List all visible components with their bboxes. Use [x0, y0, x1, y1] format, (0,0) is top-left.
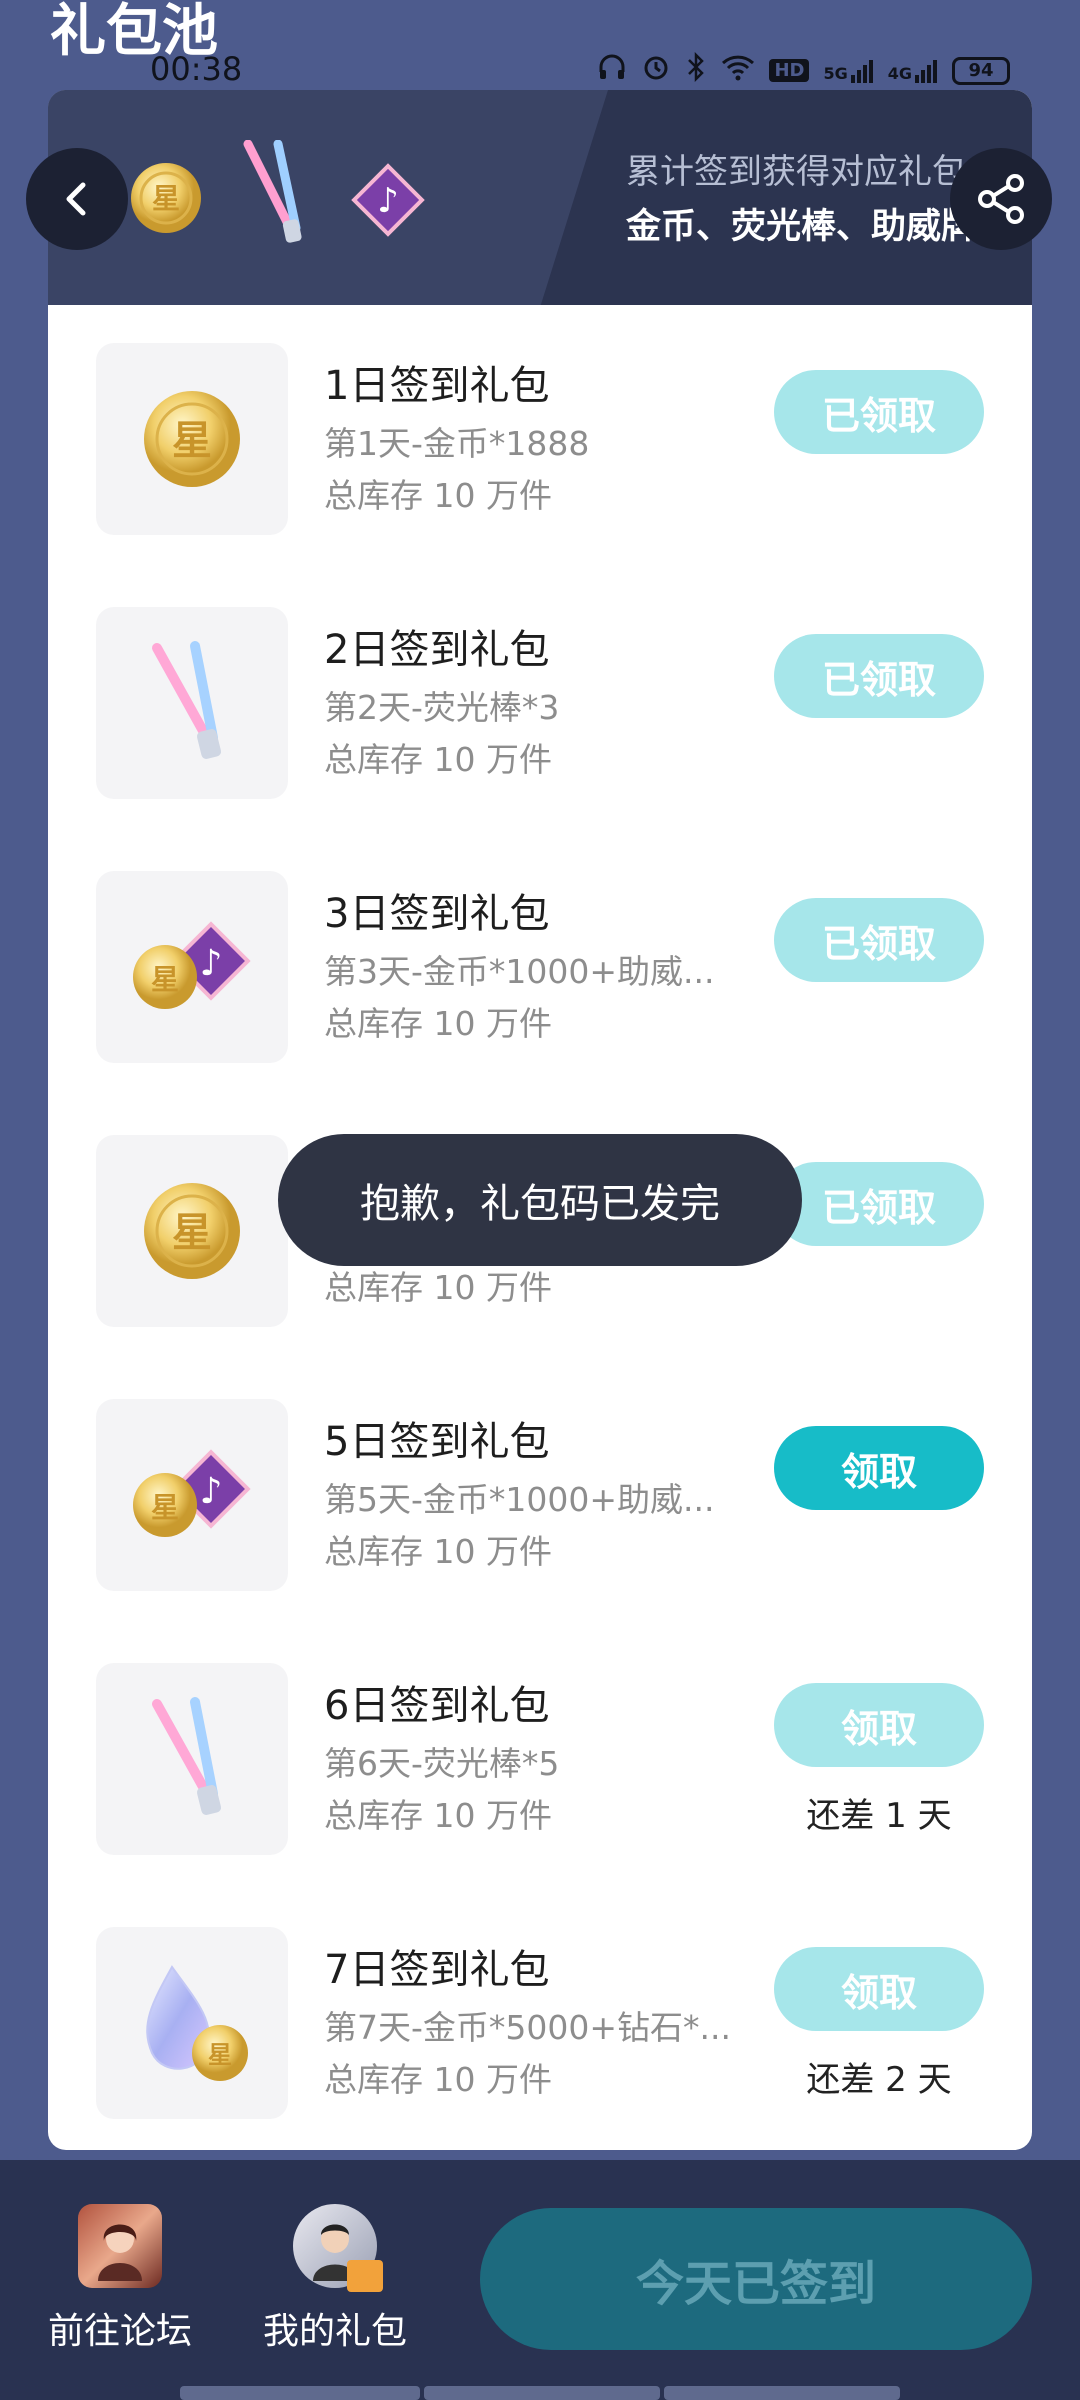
days-remaining: 还差 1 天 — [806, 1796, 952, 1836]
svg-text:星: 星 — [172, 418, 212, 464]
svg-text:星: 星 — [208, 2041, 232, 2069]
my-gifts-label: 我的礼包 — [262, 2311, 407, 2352]
gift-desc: 第3天-金币*1000+助威... — [324, 952, 715, 991]
claimed-button[interactable]: 已领取 — [774, 1162, 984, 1246]
back-button[interactable] — [26, 148, 128, 250]
gift-title: 3日签到礼包 — [324, 891, 550, 937]
gift-title: 5日签到礼包 — [324, 1419, 550, 1465]
gift-title: 6日签到礼包 — [324, 1683, 550, 1729]
gift-desc: 第5天-金币*1000+助威... — [324, 1480, 715, 1519]
svg-text:星: 星 — [151, 1491, 179, 1524]
list-item: ♪ 星 3日签到礼包 第3天-金币*1000+助威... 总库存 10 万件 已领… — [48, 833, 1032, 1097]
forum-nav-item[interactable]: 前往论坛 — [20, 2204, 220, 2354]
bluetooth-icon — [685, 51, 707, 89]
wifi-icon — [721, 53, 755, 88]
my-gifts-avatar — [293, 2204, 383, 2292]
chevron-left-icon — [66, 182, 86, 216]
headphones-icon — [597, 52, 627, 89]
svg-text:♪: ♪ — [377, 181, 399, 221]
cheer-badge-icon: ♪ — [348, 160, 428, 244]
gift-pool-card: 星 ♪ 累计签到获得对应礼包 金币、荧光棒、助威牌 星 1日签到礼包 第1天-金… — [48, 90, 1032, 2150]
signed-in-button[interactable]: 今天已签到 — [480, 2208, 1032, 2350]
signal-5g-icon: 5G — [823, 59, 873, 83]
forum-label: 前往论坛 — [47, 2311, 192, 2352]
status-time: 00:38 — [150, 50, 243, 88]
list-item: 星 1日签到礼包 第1天-金币*1888 总库存 10 万件 已领取 — [48, 305, 1032, 569]
toast-message: 抱歉，礼包码已发完 — [278, 1134, 802, 1266]
gift-stock: 总库存 10 万件 — [324, 2060, 552, 2099]
battery-icon: 94 — [952, 56, 1010, 85]
list-item: 6日签到礼包 第6天-荧光棒*5 总库存 10 万件 领取 还差 1 天 — [48, 1625, 1032, 1889]
forum-avatar — [78, 2204, 162, 2288]
claimed-button[interactable]: 已领取 — [774, 634, 984, 718]
coin-and-cheer-badge-icon: ♪ 星 — [96, 871, 288, 1063]
gift-stock: 总库存 10 万件 — [324, 1268, 552, 1307]
gift-stock: 总库存 10 万件 — [324, 476, 552, 515]
coin-and-cheer-badge-icon: ♪ 星 — [96, 1399, 288, 1591]
signal-4g-icon: 4G — [888, 59, 938, 83]
svg-text:♪: ♪ — [200, 1471, 223, 1512]
gold-coin-icon: 星 — [128, 160, 204, 240]
gift-stock: 总库存 10 万件 — [324, 1004, 552, 1043]
my-gifts-nav-item[interactable]: 我的礼包 — [235, 2204, 435, 2354]
glow-stick-icon — [238, 139, 328, 254]
nav-indicator — [664, 2386, 900, 2400]
hd-badge: HD — [769, 59, 810, 82]
gold-coin-icon: 星 — [96, 1135, 288, 1327]
glow-stick-icon — [96, 1663, 288, 1855]
gift-desc: 第6天-荧光棒*5 — [324, 1744, 560, 1783]
list-item: 星 7日签到礼包 第7天-金币*5000+钻石*... 总库存 10 万件 领取… — [48, 1889, 1032, 2150]
nav-indicator — [180, 2386, 420, 2400]
gift-title: 1日签到礼包 — [324, 363, 550, 409]
claimed-button[interactable]: 已领取 — [774, 898, 984, 982]
gift-title: 2日签到礼包 — [324, 627, 550, 673]
share-icon — [978, 174, 1024, 224]
gift-stock: 总库存 10 万件 — [324, 1532, 552, 1571]
gift-box-icon — [347, 2260, 383, 2292]
glow-stick-icon — [96, 607, 288, 799]
gift-title: 7日签到礼包 — [324, 1947, 550, 1993]
gift-desc: 第7天-金币*5000+钻石*... — [324, 2008, 732, 2047]
bottom-bar: 前往论坛 我的礼包 今天已签到 — [0, 2160, 1080, 2400]
gift-stock: 总库存 10 万件 — [324, 740, 552, 779]
claim-button[interactable]: 领取 — [774, 1426, 984, 1510]
alarm-icon — [641, 52, 671, 89]
share-button[interactable] — [950, 148, 1052, 250]
claim-button-disabled[interactable]: 领取 — [774, 1683, 984, 1767]
claimed-button[interactable]: 已领取 — [774, 370, 984, 454]
status-icons: HD 5G 4G 94 — [597, 51, 1010, 89]
nav-indicator — [424, 2386, 660, 2400]
days-remaining: 还差 2 天 — [806, 2060, 952, 2100]
gift-desc: 第1天-金币*1888 — [324, 424, 590, 463]
gift-stock: 总库存 10 万件 — [324, 1796, 552, 1835]
svg-text:♪: ♪ — [200, 943, 223, 984]
gold-coin-icon: 星 — [96, 343, 288, 535]
gift-desc: 第2天-荧光棒*3 — [324, 688, 560, 727]
diamond-and-coin-icon: 星 — [96, 1927, 288, 2119]
list-item: 2日签到礼包 第2天-荧光棒*3 总库存 10 万件 已领取 — [48, 569, 1032, 833]
svg-text:星: 星 — [152, 182, 180, 215]
card-header: 星 ♪ 累计签到获得对应礼包 金币、荧光棒、助威牌 — [48, 90, 1032, 305]
svg-text:星: 星 — [151, 963, 179, 996]
svg-text:星: 星 — [172, 1210, 212, 1256]
list-item: ♪ 星 5日签到礼包 第5天-金币*1000+助威... 总库存 10 万件 领取 — [48, 1361, 1032, 1625]
claim-button-disabled[interactable]: 领取 — [774, 1947, 984, 2031]
